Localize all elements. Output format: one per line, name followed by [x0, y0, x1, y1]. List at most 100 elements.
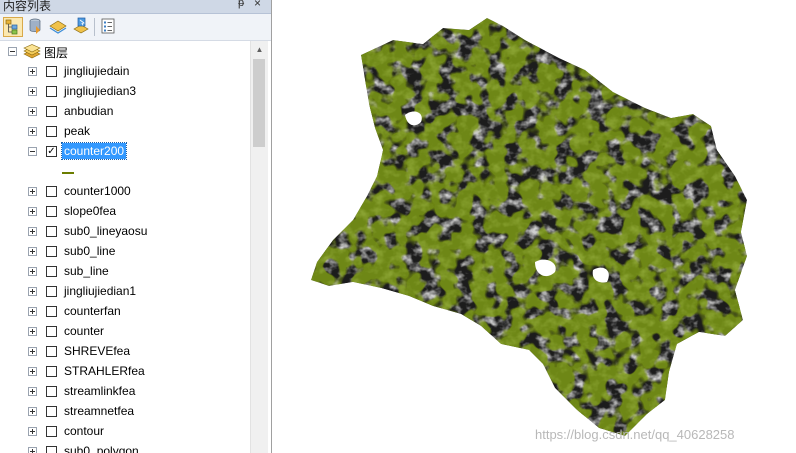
collapse-toggle[interactable] [28, 147, 37, 156]
list-by-drawing-order-button[interactable] [3, 17, 23, 37]
layer-visibility-checkbox[interactable] [46, 86, 57, 97]
layer-visibility-checkbox[interactable] [46, 346, 57, 357]
layer-label[interactable]: counter1000 [64, 184, 131, 198]
layer-visibility-checkbox[interactable]: ✓ [46, 146, 57, 157]
list-by-drawing-order-icon [5, 19, 18, 35]
layer-visibility-checkbox[interactable] [46, 106, 57, 117]
layer-row[interactable]: counter1000 [0, 182, 250, 202]
layer-label[interactable]: contour [64, 424, 104, 438]
layer-row[interactable]: STRAHLERfea [0, 362, 250, 382]
layer-row[interactable]: SHREVEfea [0, 342, 250, 362]
layer-label[interactable]: counter200 [60, 142, 128, 160]
layer-row[interactable]: streamlinkfea [0, 382, 250, 402]
scroll-up-arrow-icon[interactable]: ▲ [251, 41, 268, 58]
watermark-text: https://blog.csdn.net/qq_40628258 [535, 427, 735, 442]
expand-toggle[interactable] [28, 207, 37, 216]
expand-toggle[interactable] [28, 367, 37, 376]
list-by-selection-button[interactable] [72, 17, 92, 37]
layer-visibility-checkbox[interactable] [46, 66, 57, 77]
expand-toggle[interactable] [28, 447, 37, 453]
layer-label[interactable]: STRAHLERfea [64, 364, 145, 378]
layer-row[interactable]: peak [0, 122, 250, 142]
layer-visibility-checkbox[interactable] [46, 126, 57, 137]
layer-label[interactable]: jingliujiedian1 [64, 284, 136, 298]
layer-row[interactable]: jingliujiedian3 [0, 82, 250, 102]
expand-toggle[interactable] [28, 227, 37, 236]
map-view[interactable]: https://blog.csdn.net/qq_40628258 [273, 0, 796, 453]
layer-label[interactable]: sub_line [64, 264, 109, 278]
layer-visibility-checkbox[interactable] [46, 426, 57, 437]
expand-toggle[interactable] [28, 107, 37, 116]
layer-label[interactable]: jingliujiedian3 [64, 84, 136, 98]
layer-visibility-checkbox[interactable] [46, 266, 57, 277]
layer-visibility-checkbox[interactable] [46, 446, 57, 453]
layer-row[interactable]: jingliujiedain [0, 62, 250, 82]
layer-tree: 图层 jingliujiedain jingliujiedian3 anbudian… [0, 41, 250, 453]
terrain-map[interactable] [273, 0, 796, 453]
layer-visibility-checkbox[interactable] [46, 386, 57, 397]
layer-label[interactable]: slope0fea [64, 204, 116, 218]
options-button[interactable] [99, 17, 119, 37]
expand-toggle[interactable] [28, 327, 37, 336]
layer-row[interactable]: sub0_lineyaosu [0, 222, 250, 242]
layer-label[interactable]: sub0_polygon [64, 444, 139, 453]
list-by-source-button[interactable] [26, 17, 46, 37]
layer-label[interactable]: counterfan [64, 304, 121, 318]
expand-toggle[interactable] [28, 387, 37, 396]
layer-visibility-checkbox[interactable] [46, 226, 57, 237]
collapse-toggle[interactable] [8, 47, 17, 56]
expand-toggle[interactable] [28, 427, 37, 436]
layer-visibility-checkbox[interactable] [46, 246, 57, 257]
layer-row[interactable]: sub0_line [0, 242, 250, 262]
basin-hillshade [311, 18, 747, 436]
list-by-selection-icon [73, 17, 89, 34]
layers-root-row[interactable]: 图层 [0, 42, 250, 62]
expand-toggle[interactable] [28, 127, 37, 136]
layer-visibility-checkbox[interactable] [46, 406, 57, 417]
scroll-thumb[interactable] [253, 59, 265, 147]
layer-visibility-checkbox[interactable] [46, 186, 57, 197]
pin-icon[interactable]: ᵽ [238, 0, 244, 9]
layer-label[interactable]: SHREVEfea [64, 344, 130, 358]
layer-row[interactable]: contour [0, 422, 250, 442]
expand-toggle[interactable] [28, 87, 37, 96]
vertical-scrollbar[interactable]: ▲ [250, 41, 268, 453]
list-by-source-icon [29, 18, 41, 34]
layer-row[interactable]: sub_line [0, 262, 250, 282]
layer-row[interactable]: sub0_polygon [0, 442, 250, 453]
expand-toggle[interactable] [28, 307, 37, 316]
layer-label[interactable]: counter [64, 324, 104, 338]
layer-label[interactable]: streamnetfea [64, 404, 134, 418]
line-symbol-icon [62, 172, 74, 174]
expand-toggle[interactable] [28, 267, 37, 276]
layer-row[interactable]: streamnetfea [0, 402, 250, 422]
close-icon[interactable]: × [254, 0, 261, 10]
layer-label[interactable]: streamlinkfea [64, 384, 135, 398]
layers-root-label: 图层 [44, 46, 69, 60]
list-by-visibility-button[interactable] [49, 17, 69, 37]
layer-visibility-checkbox[interactable] [46, 306, 57, 317]
layer-visibility-checkbox[interactable] [46, 206, 57, 217]
layer-visibility-checkbox[interactable] [46, 326, 57, 337]
layer-row[interactable]: anbudian [0, 102, 250, 122]
expand-toggle[interactable] [28, 247, 37, 256]
options-icon [101, 18, 115, 34]
layer-row[interactable]: counter [0, 322, 250, 342]
layer-row[interactable]: slope0fea [0, 202, 250, 222]
layer-visibility-checkbox[interactable] [46, 286, 57, 297]
layer-row[interactable]: counterfan [0, 302, 250, 322]
expand-toggle[interactable] [28, 407, 37, 416]
layer-row[interactable]: jingliujiedian1 [0, 282, 250, 302]
layer-label[interactable]: anbudian [64, 104, 113, 118]
expand-toggle[interactable] [28, 287, 37, 296]
expand-toggle[interactable] [28, 67, 37, 76]
layer-label[interactable]: peak [64, 124, 90, 138]
layer-label[interactable]: jingliujiedain [64, 64, 129, 78]
layer-visibility-checkbox[interactable] [46, 366, 57, 377]
layer-label[interactable]: sub0_lineyaosu [64, 224, 147, 238]
layer-row[interactable]: ✓ counter200 [0, 142, 250, 162]
expand-toggle[interactable] [28, 187, 37, 196]
expand-toggle[interactable] [28, 347, 37, 356]
layers-icon [23, 44, 41, 59]
layer-label[interactable]: sub0_line [64, 244, 115, 258]
